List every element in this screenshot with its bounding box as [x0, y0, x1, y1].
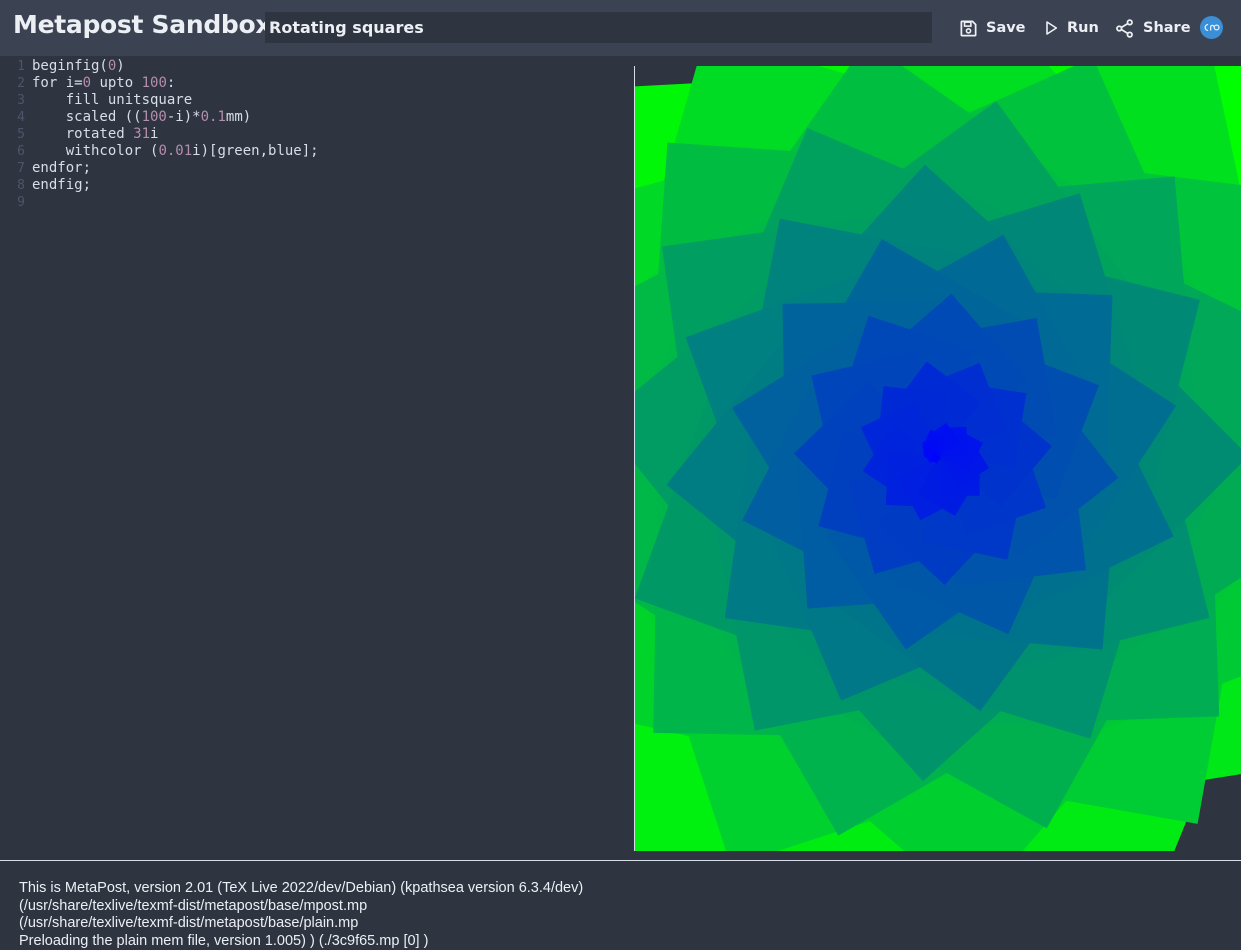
code-token: scaled (( — [32, 109, 142, 125]
console-line: This is MetaPost, version 2.01 (TeX Live… — [19, 880, 1219, 898]
line-number: 5 — [0, 126, 32, 143]
line-number: 8 — [0, 177, 32, 194]
line-number: 3 — [0, 92, 32, 109]
code-line[interactable]: 3 fill unitsquare — [0, 92, 633, 109]
top-bar: Metapost Sandbox Save Run Share — [0, 0, 1241, 56]
share-icon — [1114, 18, 1135, 39]
code-token: for i= — [32, 75, 83, 91]
code-line[interactable]: 4 scaled ((100-i)*0.1mm) — [0, 109, 633, 126]
console-line: (/usr/share/texlive/texmf-dist/metapost/… — [19, 915, 1219, 933]
code-text: endfig; — [32, 177, 91, 194]
code-number-token: 0.1 — [201, 109, 226, 125]
line-number: 7 — [0, 160, 32, 177]
code-line[interactable]: 9 — [0, 194, 633, 211]
code-text: withcolor (0.01i)[green,blue]; — [32, 143, 319, 160]
code-line[interactable]: 7endfor; — [0, 160, 633, 177]
code-text: fill unitsquare — [32, 92, 192, 109]
squares-group — [635, 66, 1241, 851]
run-label: Run — [1067, 20, 1099, 36]
app-title: Metapost Sandbox — [13, 10, 271, 39]
code-number-token: 100 — [142, 75, 167, 91]
console-line: (/usr/share/texlive/texmf-dist/metapost/… — [19, 898, 1219, 916]
code-token: i — [150, 126, 158, 142]
play-icon — [1043, 19, 1059, 37]
code-number-token: 31 — [133, 126, 150, 142]
line-number: 9 — [0, 194, 32, 211]
user-avatar[interactable] — [1200, 16, 1223, 39]
code-number-token: 0 — [83, 75, 91, 91]
line-number: 4 — [0, 109, 32, 126]
code-token: rotated — [32, 126, 133, 142]
code-token: mm) — [226, 109, 251, 125]
share-label: Share — [1143, 20, 1191, 36]
rotated-square — [936, 456, 941, 461]
code-token: -i)* — [167, 109, 201, 125]
code-line[interactable]: 8endfig; — [0, 177, 633, 194]
code-number-token: 0.01 — [158, 143, 192, 159]
code-line[interactable]: 2for i=0 upto 100: — [0, 75, 633, 92]
code-line[interactable]: 6 withcolor (0.01i)[green,blue]; — [0, 143, 633, 160]
console-divider[interactable] — [0, 860, 1241, 861]
share-button[interactable]: Share — [1114, 16, 1191, 40]
run-button[interactable]: Run — [1043, 16, 1099, 40]
code-text: beginfig(0) — [32, 58, 125, 75]
code-text: for i=0 upto 100: — [32, 75, 175, 92]
console-line: Preloading the plain mem file, version 1… — [19, 933, 1219, 950]
code-token: withcolor ( — [32, 143, 158, 159]
code-editor[interactable]: 1beginfig(0)2for i=0 upto 100:3 fill uni… — [0, 58, 633, 853]
code-line[interactable]: 5 rotated 31i — [0, 126, 633, 143]
code-token: endfig; — [32, 177, 91, 193]
code-text: scaled ((100-i)*0.1mm) — [32, 109, 251, 126]
code-token: : — [167, 75, 175, 91]
save-icon — [959, 19, 978, 38]
save-label: Save — [986, 20, 1026, 36]
code-number-token: 100 — [142, 109, 167, 125]
preview-pane — [635, 66, 1241, 851]
code-line[interactable]: 1beginfig(0) — [0, 58, 633, 75]
code-token: upto — [91, 75, 142, 91]
line-number: 6 — [0, 143, 32, 160]
code-token: endfor; — [32, 160, 91, 176]
line-number: 2 — [0, 75, 32, 92]
rotating-squares-figure — [635, 66, 1241, 851]
code-text: endfor; — [32, 160, 91, 177]
code-token: i)[green,blue]; — [192, 143, 318, 159]
line-number: 1 — [0, 58, 32, 75]
code-token: fill unitsquare — [32, 92, 192, 108]
code-token: beginfig( — [32, 58, 108, 74]
avatar-icon — [1203, 21, 1220, 34]
code-token: ) — [116, 58, 124, 74]
code-text: rotated 31i — [32, 126, 158, 143]
project-title-input[interactable] — [265, 12, 932, 43]
save-button[interactable]: Save — [959, 16, 1026, 40]
